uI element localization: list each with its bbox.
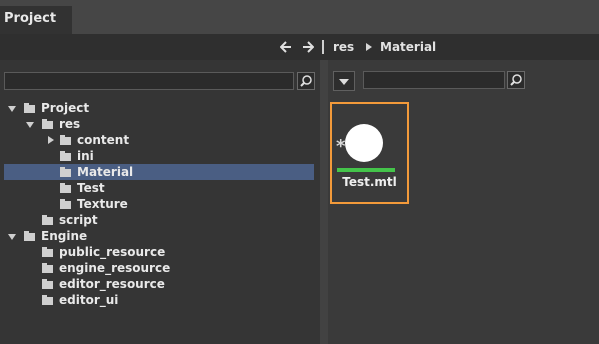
tree-item-label: editor_ui [59,293,119,307]
tree-item-material[interactable]: Material [4,164,314,180]
tree-item-texture[interactable]: Texture [4,196,314,212]
asset-progress-bar [337,168,395,172]
tab-project-label: Project [4,11,57,26]
folder-icon [60,135,71,145]
asset-browser-panel: * Test.mtl [328,60,599,344]
collapse-arrow-icon[interactable] [48,136,54,144]
tree-item-label: Project [41,101,90,115]
expand-arrow-icon[interactable] [26,122,34,128]
asset-name: Test.mtl [342,175,397,189]
tree-item-label: res [59,117,81,131]
search-icon [300,75,312,87]
tree-item-label: Material [77,165,134,179]
breadcrumb-bar: res Material [0,34,599,60]
folder-tree-panel: Project res content ini Material Test Te… [0,60,320,344]
breadcrumb-divider [322,40,324,54]
folder-icon [42,263,53,273]
tree-item-content[interactable]: content [4,132,314,148]
asset-search-button[interactable] [507,71,525,89]
tree-item-label: editor_resource [59,277,165,291]
tree-item-editor-resource[interactable]: editor_resource [4,276,314,292]
filter-dropdown-button[interactable] [333,71,355,91]
forward-arrow-icon[interactable] [302,39,315,55]
folder-open-icon [24,103,35,113]
tree-item-label: content [77,133,130,147]
tree-item-label: Engine [41,229,88,243]
search-icon [510,74,522,86]
tree-item-engine[interactable]: Engine [4,228,314,244]
tree-item-label: engine_resource [59,261,171,275]
asset-tile-test-mtl[interactable]: * Test.mtl [330,102,409,204]
tree-item-engine-resource[interactable]: engine_resource [4,260,314,276]
tree-item-test[interactable]: Test [4,180,314,196]
folder-icon [42,247,53,257]
folder-open-icon [42,119,53,129]
expand-arrow-icon[interactable] [8,106,16,112]
tree-item-label: script [59,213,98,227]
tree-item-label: Texture [77,197,128,211]
tree-search-input[interactable] [4,72,294,90]
tree-item-script[interactable]: script [4,212,314,228]
tree-item-label: ini [77,149,94,163]
folder-icon [42,279,53,289]
breadcrumb-item-res[interactable]: res [333,34,354,60]
folder-icon [60,151,71,161]
chevron-down-icon [339,79,349,85]
breadcrumb-item-material[interactable]: Material [380,34,436,60]
tree-item-project[interactable]: Project [4,100,314,116]
tree-search-button[interactable] [297,72,315,90]
folder-icon [42,215,53,225]
folder-icon [42,295,53,305]
back-arrow-icon[interactable] [279,39,292,55]
tree-item-label: Test [77,181,105,195]
tree-item-res[interactable]: res [4,116,314,132]
asterisk-icon: * [336,136,346,157]
tree-item-public-resource[interactable]: public_resource [4,244,314,260]
tree-item-ini[interactable]: ini [4,148,314,164]
folder-open-icon [24,231,35,241]
tab-bar: Project [0,0,599,34]
folder-open-icon [60,183,71,193]
asset-search-input[interactable] [363,71,505,89]
folder-open-icon [60,167,71,177]
tree-item-label: public_resource [59,245,166,259]
pane-splitter[interactable] [320,60,328,344]
tree-item-editor-ui[interactable]: editor_ui [4,292,314,308]
expand-arrow-icon[interactable] [8,234,16,240]
tab-project[interactable]: Project [0,6,72,34]
material-sphere-icon [345,124,383,162]
chevron-right-icon [366,43,372,51]
folder-open-icon [60,199,71,209]
